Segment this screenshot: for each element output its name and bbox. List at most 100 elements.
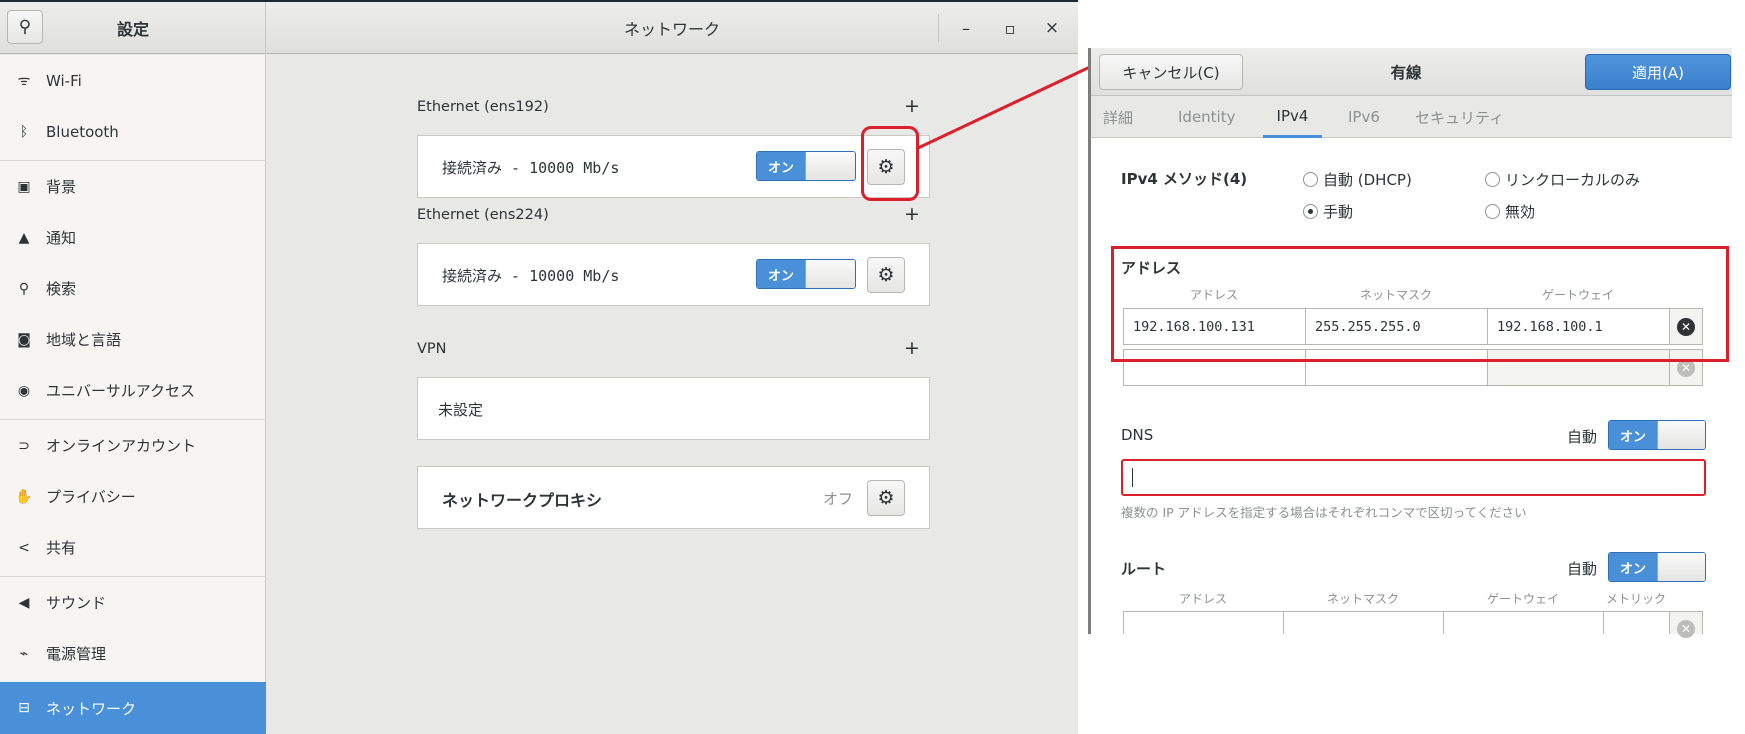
route-gateway-header: ゲートウェイ [1486,592,1559,606]
minimize-button[interactable]: – [954,16,978,40]
method-dhcp-radio[interactable]: 自動 (DHCP) [1303,169,1412,190]
radio-dot [1485,204,1500,219]
sidebar-item-sound[interactable]: ◀ サウンド [0,577,266,628]
apply-button[interactable]: 適用(A) [1585,54,1731,90]
header-separator [938,14,939,42]
tab-details[interactable]: 詳細 [1103,96,1133,138]
method-disabled-radio[interactable]: 無効 [1485,201,1535,222]
vpn-title: VPN [417,341,447,357]
route-auto-label: 自動 [1567,560,1598,578]
route-auto-toggle[interactable]: オン [1608,552,1706,582]
share-icon: < [18,539,30,556]
search-button[interactable]: ⚲ [7,10,43,44]
sidebar-item-label: プライバシー [46,488,136,506]
route-address-header: アドレス [1178,592,1227,606]
online-accounts-icon: ⊃ [18,437,30,454]
tab-security[interactable]: セキュリティ [1415,96,1504,138]
close-button[interactable]: × [1040,16,1064,40]
dns-input[interactable] [1121,459,1706,496]
route-address-input[interactable] [1123,611,1284,634]
dns-label: DNS [1121,426,1154,444]
toggle-knob [805,260,855,288]
header-left: ⚲ 設定 [0,2,266,54]
header-bar: ⚲ 設定 ネットワーク – ▫ × [0,2,1078,54]
toggle-on-label: オン [757,260,805,288]
sidebar-item-universal-access[interactable]: ◉ ユニバーサルアクセス [0,365,266,416]
ethernet-ens192-card: 接続済み - 10000 Mb/s オン ⚙ [417,135,930,198]
tab-ipv6[interactable]: IPv6 [1348,96,1380,138]
sidebar-item-privacy[interactable]: ✋ プライバシー [0,471,266,522]
search-icon: ⚲ [18,280,30,297]
ethernet-ens224-card: 接続済み - 10000 Mb/s オン ⚙ [417,243,930,306]
ethernet-ens192-title: Ethernet (ens192) [417,99,549,115]
route-gateway-input[interactable] [1443,611,1604,634]
method-link-local-label: リンクローカルのみ [1505,171,1641,189]
route-netmask-header: ネットマスク [1326,592,1399,606]
sidebar-item-background[interactable]: ▣ 背景 [0,161,266,212]
settings-title: 設定 [116,20,149,39]
cancel-button[interactable]: キャンセル(C) [1099,54,1243,90]
sidebar-item-label: 地域と言語 [46,331,122,349]
ethernet-ens224-toggle[interactable]: オン [756,259,856,289]
network-proxy-label: ネットワークプロキシ [442,491,603,510]
radio-dot [1303,172,1318,187]
toggle-on-label: オン [1609,421,1657,449]
delete-route-button[interactable]: ✕ [1669,611,1703,638]
route-label: ルート [1121,560,1167,578]
sidebar-item-label: ネットワーク [46,699,137,718]
sidebar-item-sharing[interactable]: < 共有 [0,522,266,573]
maximize-button[interactable]: ▫ [998,16,1022,40]
toggle-knob [1657,553,1705,581]
method-disabled-label: 無効 [1505,203,1536,221]
dns-hint: 複数の IP アドレスを指定する場合はそれぞれコンマで区切ってください [1121,505,1527,520]
method-link-local-radio[interactable]: リンクローカルのみ [1485,169,1640,190]
dns-auto-toggle[interactable]: オン [1608,420,1706,450]
ethernet-ens224-status: 接続済み - 10000 Mb/s [442,267,620,285]
hand-icon: ✋ [15,488,33,505]
tab-identity[interactable]: Identity [1178,96,1236,138]
add-vpn-button[interactable]: + [904,337,920,359]
dialog-title: 有線 [1390,64,1422,82]
highlight-gear [861,126,919,201]
tab-ipv4[interactable]: IPv4 [1263,96,1322,138]
sidebar-item-label: 検索 [46,280,77,298]
highlight-address [1111,246,1729,362]
sidebar-item-label: 共有 [46,539,77,557]
sidebar-item-wifi[interactable]: ᯤ Wi-Fi [0,55,266,106]
sidebar-item-online-accounts[interactable]: ⊃ オンラインアカウント [0,420,266,471]
sidebar-item-label: サウンド [46,594,107,612]
sidebar-item-label: ユニバーサルアクセス [46,382,195,400]
network-proxy-state: オフ [823,490,854,508]
sidebar-item-notifications[interactable]: ▲ 通知 [0,212,266,263]
camera-icon: ◙ [17,331,31,348]
sidebar-item-search[interactable]: ⚲ 検索 [0,263,266,314]
method-manual-radio[interactable]: 手動 [1303,201,1353,222]
sidebar-item-network[interactable]: ⊟ ネットワーク [0,682,266,734]
sidebar-item-power[interactable]: ⌁ 電源管理 [0,628,266,679]
radio-dot [1303,204,1318,219]
sidebar-item-region-language[interactable]: ◙ 地域と言語 [0,314,266,365]
network-icon: ⊟ [18,700,30,716]
ethernet-ens224-settings-button[interactable]: ⚙ [867,257,905,293]
sidebar-item-label: Bluetooth [46,122,119,141]
sidebar: ᯤ Wi-Fi ᛒ Bluetooth ▣ 背景 ▲ 通知 ⚲ 検索 ◙ 地域と… [0,55,266,734]
toggle-knob [805,152,855,180]
speaker-icon: ◀ [18,594,30,611]
route-metric-input[interactable] [1603,611,1670,634]
sidebar-item-label: Wi-Fi [46,71,82,90]
sidebar-item-bluetooth[interactable]: ᛒ Bluetooth [0,106,266,157]
network-proxy-settings-button[interactable]: ⚙ [867,480,905,516]
network-proxy-card[interactable]: ネットワークプロキシ オフ ⚙ [417,466,930,529]
background-icon: ▣ [17,178,31,195]
method-manual-label: 手動 [1323,203,1354,221]
toggle-knob [1657,421,1705,449]
add-ethernet-ens224-button[interactable]: + [904,203,920,225]
toggle-on-label: オン [1609,553,1657,581]
callout-line [917,64,1093,150]
ethernet-ens192-toggle[interactable]: オン [756,151,856,181]
route-netmask-input[interactable] [1283,611,1444,634]
sidebar-item-label: 通知 [46,229,77,247]
sidebar-item-label: オンラインアカウント [46,437,197,455]
route-metric-header: メトリック [1605,592,1666,606]
text-cursor [1132,468,1133,487]
